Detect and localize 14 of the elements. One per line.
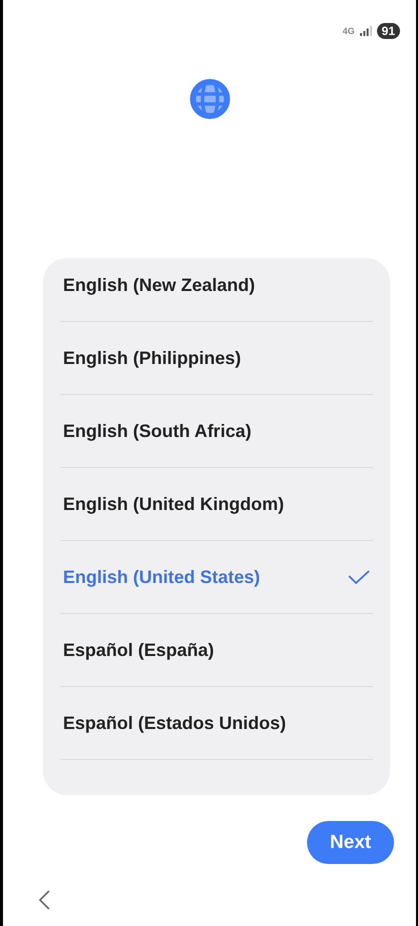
- language-item[interactable]: English (United Kingdom): [60, 468, 373, 541]
- checkmark-icon: [348, 570, 370, 584]
- globe-icon: [188, 78, 230, 120]
- language-item[interactable]: Español (España): [60, 614, 373, 687]
- next-button[interactable]: Next: [307, 821, 394, 864]
- back-icon[interactable]: [38, 890, 50, 910]
- signal-icon: [360, 26, 372, 36]
- network-type: 4G: [342, 26, 355, 36]
- language-item[interactable]: English (United States): [60, 541, 373, 614]
- battery-level: 91: [376, 23, 400, 39]
- language-item[interactable]: English (New Zealand): [60, 258, 373, 322]
- language-item[interactable]: English (South Africa): [60, 395, 373, 468]
- language-item[interactable]: Español (Estados Unidos): [60, 687, 373, 760]
- language-item[interactable]: English (Philippines): [60, 322, 373, 395]
